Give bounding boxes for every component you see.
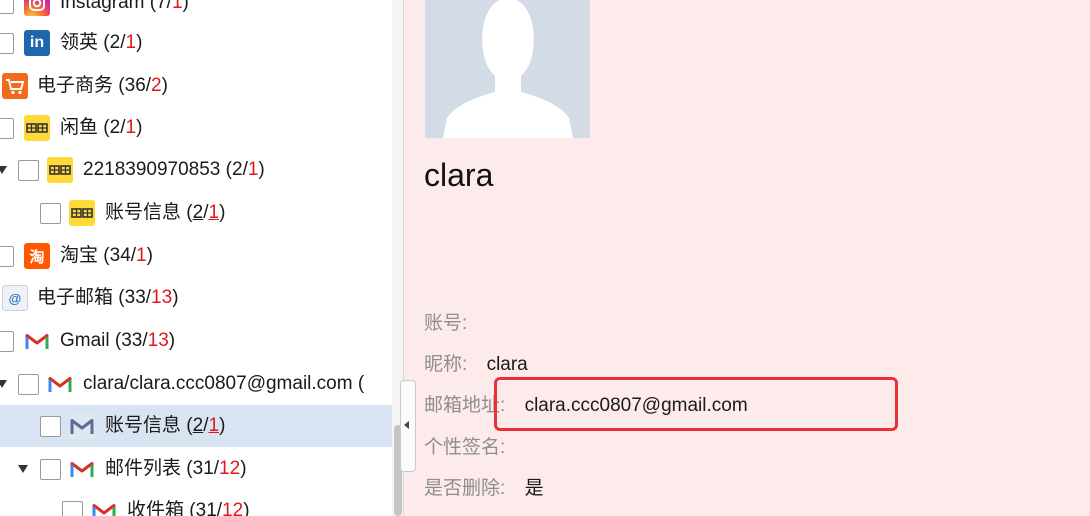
- field-value: clara: [486, 354, 528, 375]
- field-label: 个性签名:: [424, 437, 506, 458]
- checkbox[interactable]: [18, 374, 39, 395]
- email-highlight-box: [494, 377, 898, 431]
- shopping-cart-icon: [2, 73, 28, 99]
- panel-collapse-handle[interactable]: [400, 380, 416, 472]
- checkbox[interactable]: [0, 246, 14, 267]
- linkedin-icon: in: [24, 30, 50, 56]
- tree-item-label: 领英 (2/1): [60, 32, 143, 53]
- xianyu-icon: [69, 200, 95, 226]
- tree-item-label: 2218390970853 (2/1): [83, 159, 265, 180]
- gmail-icon: [24, 328, 50, 354]
- expand-arrow-icon[interactable]: [0, 380, 7, 388]
- tree-item-label: 账号信息 (2/1): [105, 202, 226, 223]
- tree-item-gmail-account-info[interactable]: 账号信息 (2/1): [0, 405, 392, 447]
- tree-item-xianyu[interactable]: 闲鱼 (2/1): [0, 107, 392, 149]
- field-label: 昵称:: [424, 354, 468, 375]
- field-value: 是: [524, 478, 544, 499]
- tree-item-account-info[interactable]: 账号信息 (2/1): [0, 192, 392, 234]
- checkbox[interactable]: [0, 0, 14, 14]
- taobao-icon: 淘: [24, 243, 50, 269]
- account-detail-panel: clara 账号: 昵称: clara 邮箱地址: clara.ccc0807@…: [404, 0, 1090, 516]
- checkbox[interactable]: [0, 118, 14, 139]
- expand-arrow-icon[interactable]: [18, 465, 28, 473]
- tree-item-label: 电子邮箱 (33/13): [37, 287, 179, 308]
- tree-item-gmail[interactable]: Gmail (33/13): [0, 320, 392, 362]
- default-avatar-silhouette-icon: [425, 0, 590, 138]
- tree-item-ecommerce[interactable]: 电子商务 (36/2): [0, 65, 392, 107]
- field-account: 账号:: [424, 310, 467, 338]
- checkbox[interactable]: [40, 416, 61, 437]
- checkbox[interactable]: [62, 501, 83, 516]
- gmail-icon: [91, 498, 117, 516]
- tree-item-gmail-account[interactable]: clara/clara.ccc0807@gmail.com (: [0, 363, 392, 405]
- avatar: [425, 0, 590, 138]
- gmail-icon: [69, 456, 95, 482]
- instagram-icon: [24, 0, 50, 16]
- gmail-icon: [69, 413, 95, 439]
- tree-item-label: 淘宝 (34/1): [60, 245, 153, 266]
- tree-item-label: 闲鱼 (2/1): [60, 117, 143, 138]
- xianyu-icon: [24, 115, 50, 141]
- field-signature: 个性签名:: [424, 434, 505, 462]
- tree-item-label: 电子商务 (36/2): [37, 75, 168, 96]
- tree-item-mail-list[interactable]: 邮件列表 (31/12): [0, 448, 392, 490]
- checkbox[interactable]: [40, 203, 61, 224]
- tree-item-label: Gmail (33/13): [60, 330, 176, 351]
- checkbox[interactable]: [40, 459, 61, 480]
- tree-item-linkedin[interactable]: in 领英 (2/1): [0, 22, 392, 64]
- tree-item-label: 邮件列表 (31/12): [105, 458, 247, 479]
- tree-item-instagram[interactable]: Instagram (7/1): [0, 0, 392, 24]
- field-deleted: 是否删除: 是: [424, 475, 544, 503]
- tree-item-label: Instagram (7/1): [60, 0, 189, 13]
- tree-item-email[interactable]: @ 电子邮箱 (33/13): [0, 277, 392, 319]
- gmail-icon: [47, 371, 73, 397]
- profile-name: clara: [424, 157, 494, 193]
- field-label: 是否删除:: [424, 478, 506, 499]
- mail-icon: @: [2, 285, 28, 311]
- tree-item-label: 收件箱 (31/12): [127, 500, 250, 516]
- tree-item-label: clara/clara.ccc0807@gmail.com (: [83, 373, 365, 394]
- tree-item-xianyu-account[interactable]: 2218390970853 (2/1): [0, 149, 392, 191]
- checkbox[interactable]: [0, 33, 14, 54]
- tree-item-label: 账号信息 (2/1): [105, 415, 226, 436]
- field-nickname: 昵称: clara: [424, 351, 528, 379]
- expand-arrow-icon[interactable]: [0, 166, 7, 174]
- field-label: 账号:: [424, 313, 468, 334]
- tree-item-inbox[interactable]: 收件箱 (31/12): [0, 490, 392, 516]
- collapse-left-arrow-icon: [404, 421, 409, 429]
- tree-item-taobao[interactable]: 淘 淘宝 (34/1): [0, 235, 392, 277]
- evidence-tree-panel: Instagram (7/1) in 领英 (2/1) 电子商务 (36/2) …: [0, 0, 392, 516]
- checkbox[interactable]: [0, 331, 14, 352]
- checkbox[interactable]: [18, 160, 39, 181]
- xianyu-icon: [47, 157, 73, 183]
